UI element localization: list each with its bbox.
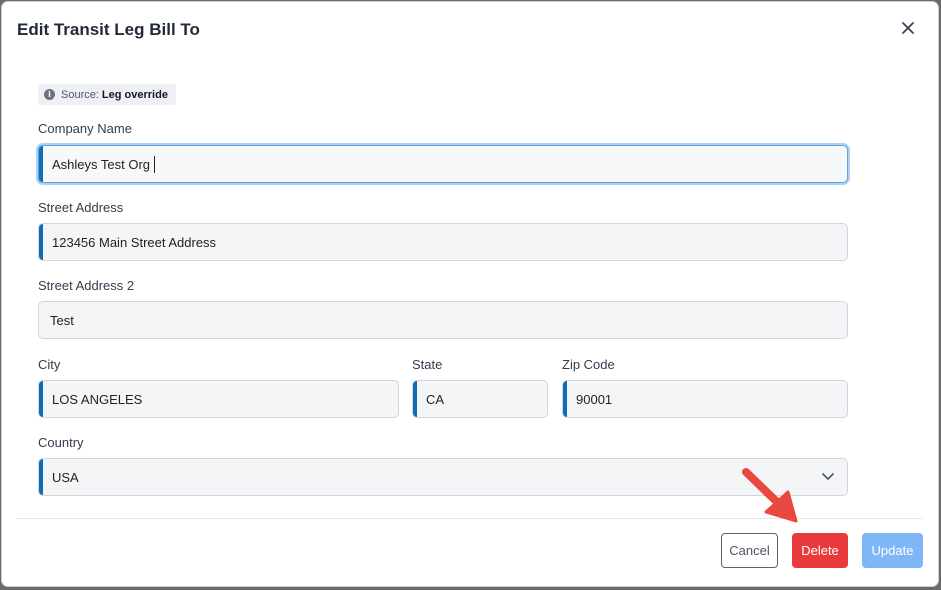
close-icon — [902, 22, 914, 34]
street-address-2-value: Test — [50, 312, 74, 328]
edit-bill-to-modal: Edit Transit Leg Bill To i Source: Leg o… — [2, 2, 938, 586]
state-input[interactable]: CA — [412, 380, 548, 418]
zip-code-label: Zip Code — [562, 357, 615, 372]
state-value: CA — [426, 391, 445, 407]
cancel-button[interactable]: Cancel — [721, 533, 778, 568]
modal-title: Edit Transit Leg Bill To — [17, 20, 200, 39]
info-icon: i — [44, 89, 55, 100]
city-label: City — [38, 357, 61, 372]
street-address-2-input[interactable]: Test — [38, 301, 848, 339]
zip-code-value: 90001 — [576, 391, 613, 407]
company-name-label: Company Name — [38, 121, 132, 136]
street-address-value: 123456 Main Street Address — [52, 234, 217, 250]
company-name-value: Ashleys Test Org — [52, 156, 151, 172]
street-address-input[interactable]: 123456 Main Street Address — [38, 223, 848, 261]
street-address-label: Street Address — [38, 200, 124, 215]
city-input[interactable]: LOS ANGELES — [38, 380, 399, 418]
text-caret — [154, 155, 156, 173]
delete-button[interactable]: Delete — [792, 533, 848, 568]
city-value: LOS ANGELES — [52, 391, 143, 407]
source-prefix: Source: — [61, 88, 99, 101]
chevron-down-icon — [822, 473, 834, 480]
update-button[interactable]: Update — [862, 533, 923, 568]
red-arrow-annotation — [742, 468, 798, 523]
zip-code-input[interactable]: 90001 — [562, 380, 848, 418]
source-value: Leg override — [101, 88, 168, 101]
street-address-2-label: Street Address 2 — [38, 278, 135, 293]
country-value: USA — [52, 469, 79, 485]
company-name-input[interactable]: Ashleys Test Org — [38, 145, 848, 183]
source-badge: i Source: Leg override — [38, 84, 176, 105]
country-label: Country — [38, 435, 84, 450]
state-label: State — [412, 357, 443, 372]
country-select[interactable]: USA — [38, 458, 848, 496]
close-button[interactable] — [896, 16, 920, 40]
